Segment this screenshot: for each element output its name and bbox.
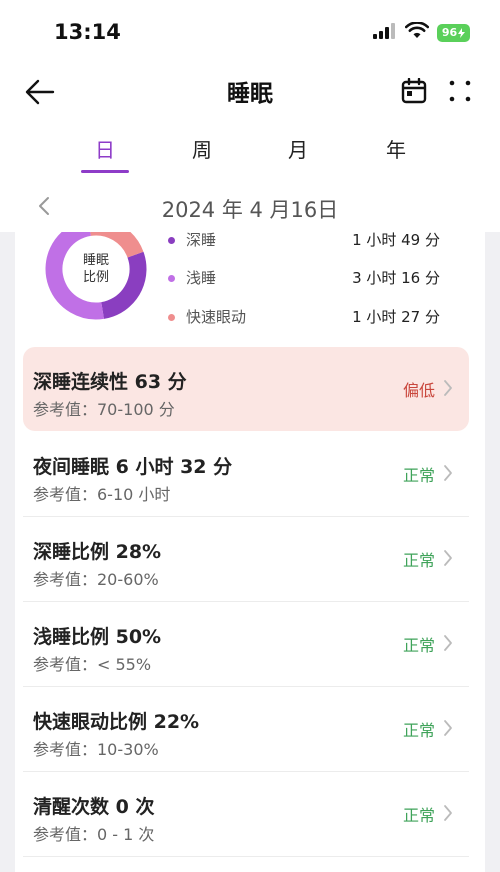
metric-reference: 参考值：< 55%	[33, 655, 152, 674]
metric-reference: 参考值：20-60%	[33, 570, 159, 589]
calendar-button[interactable]	[398, 75, 430, 107]
tab-month[interactable]: 月	[268, 134, 328, 163]
legend-value: 1 小时 27 分	[352, 308, 440, 326]
metric-title: 清醒次数 0 次	[33, 796, 155, 818]
metric-row-deep-sleep-continuity[interactable]: 深睡连续性 63 分 参考值：70-100 分 偏低	[23, 347, 469, 431]
current-date: 2024 年 4 月16日	[161, 198, 339, 222]
battery-level: 96	[441, 26, 458, 39]
metric-status: 正常	[402, 551, 435, 570]
header: 睡眠	[0, 64, 500, 118]
metric-status: 正常	[402, 806, 435, 825]
wifi-icon	[404, 21, 430, 43]
metric-status: 正常	[402, 721, 435, 740]
tab-week[interactable]: 周	[172, 134, 232, 163]
legend-label: 快速眼动	[186, 308, 247, 326]
chevron-right-icon	[441, 547, 455, 569]
metric-status: 正常	[402, 466, 435, 485]
signal-icon	[373, 22, 397, 43]
metric-title: 深睡比例 28%	[33, 541, 162, 563]
active-tab-indicator	[81, 170, 129, 173]
legend-light-sleep: 浅睡 3 小时 16 分	[168, 267, 458, 291]
legend-label: 浅睡	[186, 269, 217, 287]
metric-reference: 参考值：70-100 分	[33, 400, 175, 419]
legend-value: 3 小时 16 分	[352, 269, 440, 287]
status-icons: 96	[373, 21, 470, 43]
date-navigator: 2024 年 4 月16日	[0, 180, 500, 232]
status-time: 13:14	[54, 20, 121, 44]
metric-title: 深睡连续性 63 分	[33, 371, 187, 393]
metric-row-deep-sleep-ratio[interactable]: 深睡比例 28% 参考值：20-60% 正常	[23, 517, 469, 601]
chevron-right-icon	[441, 632, 455, 654]
metric-row-rem-ratio[interactable]: 快速眼动比例 22% 参考值：10-30% 正常	[23, 687, 469, 771]
legend-rem-sleep: 快速眼动 1 小时 27 分	[168, 306, 458, 330]
metric-title: 快速眼动比例 22%	[33, 711, 200, 733]
donut-center-line1: 睡眠	[82, 253, 109, 268]
metric-reference: 参考值：10-30%	[33, 740, 159, 759]
metric-row-light-sleep-ratio[interactable]: 浅睡比例 50% 参考值：< 55% 正常	[23, 602, 469, 686]
legend-dot-deep	[168, 237, 175, 244]
metric-row-awake-count[interactable]: 清醒次数 0 次 参考值：0 - 1 次 正常	[23, 772, 469, 856]
period-tabs: 日 周 月 年	[0, 118, 500, 180]
chevron-right-icon	[441, 377, 455, 399]
status-bar: 13:14 96	[0, 0, 500, 64]
more-dots-icon	[449, 80, 471, 102]
chevron-right-icon	[441, 802, 455, 824]
legend-dot-rem	[168, 314, 175, 321]
divider	[23, 856, 469, 857]
metric-title: 浅睡比例 50%	[33, 626, 162, 648]
calendar-icon	[401, 78, 427, 104]
metric-title: 夜间睡眠 6 小时 32 分	[33, 456, 233, 478]
battery-icon: 96	[437, 23, 470, 42]
chevron-right-icon	[441, 717, 455, 739]
donut-center-label: 睡眠 比例	[43, 232, 149, 322]
legend-label: 深睡	[186, 232, 217, 249]
tab-year[interactable]: 年	[366, 134, 426, 163]
metric-status: 正常	[402, 636, 435, 655]
metric-status: 偏低	[402, 381, 435, 400]
legend-deep-sleep: 深睡 1 小时 49 分	[168, 232, 458, 253]
sleep-summary-card: 睡眠 比例 深睡 1 小时 49 分 浅睡 3 小时 16 分 快速眼动 1 小…	[15, 232, 485, 872]
metric-reference: 参考值：6-10 小时	[33, 485, 171, 504]
tab-day[interactable]: 日	[75, 134, 135, 163]
metric-reference: 参考值：0 - 1 次	[33, 825, 155, 844]
chevron-right-icon	[441, 462, 455, 484]
more-button[interactable]	[444, 75, 476, 107]
metric-row-night-sleep[interactable]: 夜间睡眠 6 小时 32 分 参考值：6-10 小时 正常	[23, 432, 469, 516]
donut-center-line2: 比例	[82, 270, 109, 285]
legend-dot-light	[168, 275, 175, 282]
legend-value: 1 小时 49 分	[352, 232, 440, 249]
